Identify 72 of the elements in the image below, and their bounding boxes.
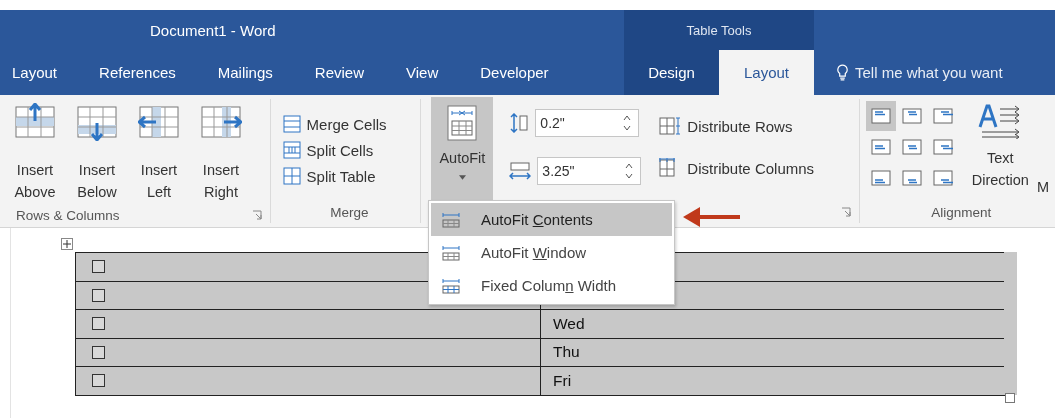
group-label: Merge <box>330 204 369 220</box>
spinner-arrows-icon[interactable] <box>623 114 632 132</box>
table-insert-icon <box>200 103 242 141</box>
align-icon <box>932 108 953 124</box>
dialog-launcher-icon[interactable] <box>840 207 851 217</box>
table-insert-icon <box>138 103 180 141</box>
table-icon <box>447 105 478 141</box>
distribute-button[interactable]: Distribute Rows <box>659 116 815 136</box>
contextual-tab-title: Table Tools <box>686 22 752 38</box>
align-icon <box>870 139 891 155</box>
table-cell: Wed <box>540 309 1005 339</box>
cell-margins-button[interactable]: M <box>1036 176 1049 198</box>
table-move-handle-icon[interactable] <box>61 238 73 250</box>
spinner-arrows-icon[interactable] <box>625 162 634 180</box>
distribute-button[interactable]: Distribute Columns <box>659 158 815 178</box>
table-resize-handle[interactable] <box>1005 392 1015 403</box>
ribbon-tab[interactable]: Design <box>624 50 719 95</box>
pointer-arrow <box>682 205 742 229</box>
align-icon <box>870 170 891 186</box>
window-title: Document1 - Word <box>150 21 276 39</box>
table-cells-icon <box>282 167 301 185</box>
merge-button[interactable]: Split Cells <box>282 141 415 159</box>
dialog-launcher-icon[interactable] <box>251 210 262 220</box>
table-cells-icon <box>282 115 301 133</box>
align-icon <box>932 139 953 155</box>
table-insert-icon <box>76 103 118 141</box>
ribbon-tab[interactable]: Layout <box>0 50 79 95</box>
height-field[interactable]: 0.2" <box>535 109 640 137</box>
column-width-icon <box>509 161 532 181</box>
ribbon-tab[interactable]: Developer <box>459 50 570 95</box>
align-icon <box>870 108 891 124</box>
ribbon-tab[interactable]: References <box>78 50 197 95</box>
align-icon <box>901 170 922 186</box>
table-width-icon <box>441 244 461 261</box>
ribbon-tab[interactable]: Review <box>293 50 385 95</box>
table-insert-icon <box>14 103 56 141</box>
checkbox[interactable] <box>92 260 105 274</box>
merge-button[interactable]: Split Table <box>282 167 415 185</box>
text-direction-button[interactable]: Text Direction <box>967 99 1033 201</box>
align-button[interactable] <box>865 101 896 131</box>
checkbox[interactable] <box>92 288 105 302</box>
checkbox[interactable] <box>92 345 105 359</box>
autofit-button[interactable]: AutoFit <box>431 97 494 201</box>
menu-item[interactable]: AutoFit Contents <box>431 203 672 236</box>
align-icon <box>932 170 953 186</box>
table-cell: Thu <box>540 337 1005 367</box>
ribbon-tab[interactable]: Mailings <box>196 50 294 95</box>
align-icon <box>901 139 922 155</box>
distribute-icon <box>659 116 682 136</box>
merge-button[interactable]: Merge Cells <box>282 115 415 133</box>
lightbulb-icon <box>836 64 849 81</box>
insert-button[interactable]: Insert Left <box>130 99 188 207</box>
insert-button[interactable]: Insert Above <box>6 99 64 207</box>
menu-item[interactable]: AutoFit Window <box>431 236 672 269</box>
width-field[interactable]: 3.25" <box>537 157 642 185</box>
table-width-icon <box>441 211 461 228</box>
insert-button[interactable]: Insert Below <box>68 99 126 207</box>
group-label: Rows & Columns <box>16 207 120 223</box>
group-label: Alignment <box>931 204 992 220</box>
ribbon-tab[interactable]: Layout <box>719 50 814 95</box>
menu-item[interactable]: Fixed Column Width <box>431 269 672 302</box>
table-width-icon <box>441 277 461 294</box>
checkbox[interactable] <box>92 374 105 388</box>
checkbox[interactable] <box>92 317 105 331</box>
table-cell: Fri <box>540 366 1005 396</box>
ribbon-tab[interactable]: View <box>385 50 460 95</box>
caret-icon <box>458 175 466 180</box>
insert-button[interactable]: Insert Right <box>192 99 250 207</box>
table-cells-icon <box>282 141 301 159</box>
row-height-icon <box>509 113 530 133</box>
tell-me-field[interactable]: Tell me what you want <box>836 64 1055 81</box>
align-icon <box>901 108 922 124</box>
